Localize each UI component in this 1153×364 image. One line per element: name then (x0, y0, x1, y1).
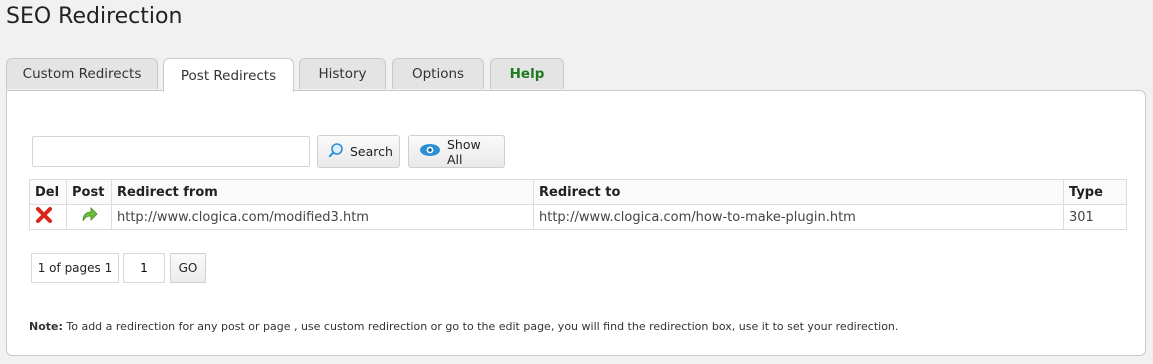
page-number-input[interactable] (123, 253, 165, 283)
post-redirects-panel: Search Show All Del Post Redirect from R… (6, 90, 1146, 356)
type-cell: 301 (1063, 204, 1127, 230)
tab-history[interactable]: History (299, 58, 386, 89)
redirect-to-cell: http://www.clogica.com/how-to-make-plugi… (533, 204, 1064, 230)
delete-icon[interactable] (35, 206, 53, 228)
tab-custom-redirects[interactable]: Custom Redirects (6, 58, 158, 89)
tab-options[interactable]: Options (392, 58, 484, 89)
redirects-table: Del Post Redirect from Redirect to Type (29, 179, 1127, 230)
eye-icon (419, 143, 441, 160)
col-del: Del (29, 179, 67, 205)
tab-post-redirects[interactable]: Post Redirects (163, 58, 294, 92)
tab-help[interactable]: Help (490, 58, 564, 89)
note-text: To add a redirection for any post or pag… (62, 320, 899, 333)
col-redirect-to: Redirect to (533, 179, 1064, 205)
redirect-from-cell: http://www.clogica.com/modified3.htm (111, 204, 534, 230)
search-input[interactable] (32, 136, 310, 167)
go-to-post-icon[interactable] (80, 206, 98, 228)
search-button[interactable]: Search (317, 135, 400, 168)
search-button-label: Search (350, 144, 393, 159)
go-button[interactable]: GO (170, 253, 206, 283)
note: Note: To add a redirection for any post … (29, 320, 898, 333)
table-header-row: Del Post Redirect from Redirect to Type (29, 179, 1127, 205)
show-all-label: Show All (447, 136, 481, 167)
search-icon (328, 142, 344, 161)
col-post: Post (66, 179, 112, 205)
page-title: SEO Redirection (6, 4, 183, 29)
del-cell (29, 204, 67, 230)
col-redirect-from: Redirect from (111, 179, 534, 205)
pagination-info: 1 of pages 1 (31, 253, 119, 283)
col-type: Type (1063, 179, 1127, 205)
post-cell (66, 204, 112, 230)
note-label: Note: (29, 320, 63, 333)
show-all-button[interactable]: Show All (408, 135, 505, 168)
table-row: http://www.clogica.com/modified3.htm htt… (29, 204, 1127, 230)
